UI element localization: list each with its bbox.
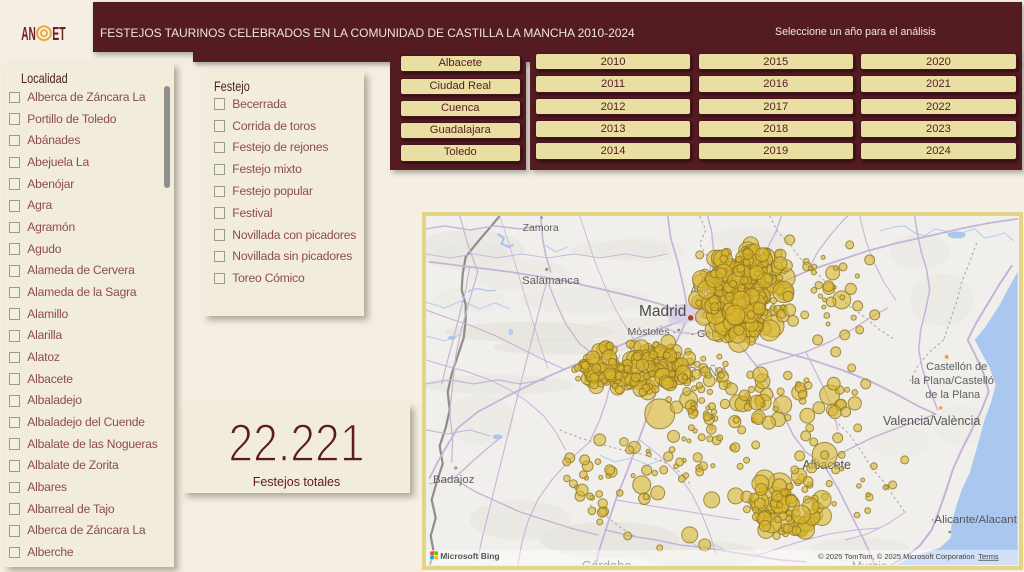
svg-text:·Alicante/Alacant: ·Alicante/Alacant xyxy=(930,513,1017,525)
svg-text:la Plana/Castelló: la Plana/Castelló xyxy=(911,374,993,386)
svg-text:Castellón de: Castellón de xyxy=(926,360,987,372)
svg-text:AN: AN xyxy=(21,23,36,44)
svg-text:Zamora: Zamora xyxy=(522,222,558,233)
svg-text:Terms: Terms xyxy=(978,551,999,560)
svg-text:Madrid: Madrid xyxy=(639,302,686,319)
svg-text:Salamanca: Salamanca xyxy=(522,274,580,286)
svg-text:ET: ET xyxy=(52,23,66,44)
svg-text:© 2025 TomTom, © 2025 Microsof: © 2025 TomTom, © 2025 Microsoft Corporat… xyxy=(818,551,975,560)
svg-text:de la Plana: de la Plana xyxy=(925,388,981,400)
svg-text:Microsoft Bing: Microsoft Bing xyxy=(440,550,499,560)
svg-text:Valencia/València: Valencia/València xyxy=(883,413,980,427)
svg-text:Badajoz: Badajoz xyxy=(433,473,475,485)
